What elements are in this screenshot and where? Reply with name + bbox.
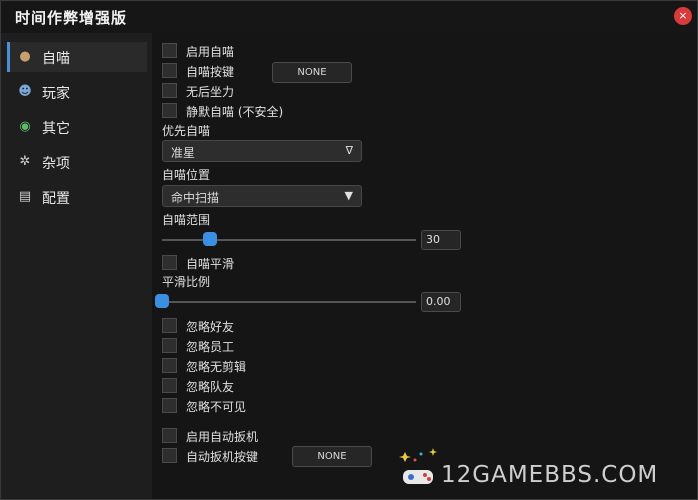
watermark-text: 12GAMEBBS.COM bbox=[441, 462, 659, 488]
sidebar-item-label: 配置 bbox=[42, 191, 70, 207]
watermark-logo-icon bbox=[399, 448, 437, 484]
sidebar-item-misc[interactable]: ✲ 杂项 bbox=[7, 147, 147, 177]
ignore-teammates-label: 忽略队友 bbox=[186, 380, 235, 394]
no-recoil-label: 无后坐力 bbox=[186, 85, 235, 99]
ignore-friends-label: 忽略好友 bbox=[186, 320, 235, 334]
aim-settings-panel: 启用自喵 自喵按键 NONE 无后坐力 静默自喵 (不安全) 优先自喵 准星 ∇… bbox=[152, 33, 697, 499]
sidebar-item-label: 自喵 bbox=[42, 51, 70, 67]
title-bar: 时间作弊增强版 × bbox=[1, 1, 697, 33]
priority-value: 准星 bbox=[171, 146, 196, 160]
smooth-ratio-label: 平滑比例 bbox=[162, 275, 211, 289]
ignore-teammates-checkbox[interactable] bbox=[162, 378, 177, 393]
aim-smooth-label: 自喵平滑 bbox=[186, 257, 235, 271]
auto-trigger-checkbox[interactable] bbox=[162, 428, 177, 443]
database-icon: ▤ bbox=[18, 189, 32, 204]
smooth-ratio-slider-track[interactable] bbox=[162, 301, 416, 303]
close-button[interactable]: × bbox=[674, 7, 692, 25]
sidebar-item-aim[interactable]: ● 自喵 bbox=[7, 42, 147, 72]
aim-range-value[interactable]: 30 bbox=[421, 230, 461, 250]
app-window: 时间作弊增强版 × ● 自喵 ☻ 玩家 ◉ 其它 ✲ 杂项 ▤ 配置 启用自喵 bbox=[0, 0, 698, 500]
aim-range-slider-thumb[interactable] bbox=[202, 232, 217, 246]
sidebar-item-label: 玩家 bbox=[42, 86, 70, 102]
sidebar-item-other[interactable]: ◉ 其它 bbox=[7, 112, 147, 142]
aim-position-value: 命中扫描 bbox=[171, 191, 220, 205]
no-recoil-checkbox[interactable] bbox=[162, 83, 177, 98]
sidebar-item-config[interactable]: ▤ 配置 bbox=[7, 182, 147, 212]
aim-position-select[interactable]: 命中扫描 ▼ bbox=[162, 185, 362, 207]
trigger-key-bind-button[interactable]: NONE bbox=[292, 446, 372, 467]
dropdown-arrow-icon: ▼ bbox=[344, 189, 353, 202]
auto-trigger-label: 启用自动扳机 bbox=[186, 430, 259, 444]
smooth-ratio-value[interactable]: 0.00 bbox=[421, 292, 461, 312]
ignore-friends-checkbox[interactable] bbox=[162, 318, 177, 333]
priority-label: 优先自喵 bbox=[162, 124, 211, 138]
aim-key-checkbox[interactable] bbox=[162, 63, 177, 78]
ignore-noclip-label: 忽略无剪辑 bbox=[186, 360, 247, 374]
priority-select[interactable]: 准星 ∇ bbox=[162, 140, 362, 162]
smooth-ratio-slider-thumb[interactable] bbox=[155, 294, 169, 308]
aim-range-slider-track[interactable] bbox=[162, 239, 416, 241]
trigger-key-label: 自动扳机按键 bbox=[186, 450, 259, 464]
ignore-staff-label: 忽略员工 bbox=[186, 340, 235, 354]
aim-smooth-checkbox[interactable] bbox=[162, 255, 177, 270]
sidebar-item-players[interactable]: ☻ 玩家 bbox=[7, 77, 147, 107]
ignore-noclip-checkbox[interactable] bbox=[162, 358, 177, 373]
window-title: 时间作弊增强版 bbox=[15, 9, 128, 27]
globe-icon: ◉ bbox=[19, 119, 31, 134]
ignore-invisible-label: 忽略不可见 bbox=[186, 400, 247, 414]
bomb-icon: ● bbox=[19, 49, 31, 64]
aim-range-label: 自喵范围 bbox=[162, 213, 211, 227]
enable-aim-label: 启用自喵 bbox=[186, 45, 235, 59]
sidebar: ● 自喵 ☻ 玩家 ◉ 其它 ✲ 杂项 ▤ 配置 bbox=[1, 33, 152, 499]
sidebar-item-label: 其它 bbox=[42, 121, 70, 137]
ignore-staff-checkbox[interactable] bbox=[162, 338, 177, 353]
silent-aim-label: 静默自喵 (不安全) bbox=[186, 105, 284, 119]
gear-icon: ✲ bbox=[19, 154, 31, 169]
aim-position-label: 自喵位置 bbox=[162, 168, 211, 182]
sidebar-item-label: 杂项 bbox=[42, 156, 70, 172]
aim-key-bind-button[interactable]: NONE bbox=[272, 62, 352, 83]
trigger-key-checkbox[interactable] bbox=[162, 448, 177, 463]
ignore-invisible-checkbox[interactable] bbox=[162, 398, 177, 413]
person-icon: ☻ bbox=[18, 84, 32, 99]
enable-aim-checkbox[interactable] bbox=[162, 43, 177, 58]
silent-aim-checkbox[interactable] bbox=[162, 103, 177, 118]
aim-key-label: 自喵按键 bbox=[186, 65, 235, 79]
dropdown-arrow-icon: ∇ bbox=[345, 144, 353, 157]
